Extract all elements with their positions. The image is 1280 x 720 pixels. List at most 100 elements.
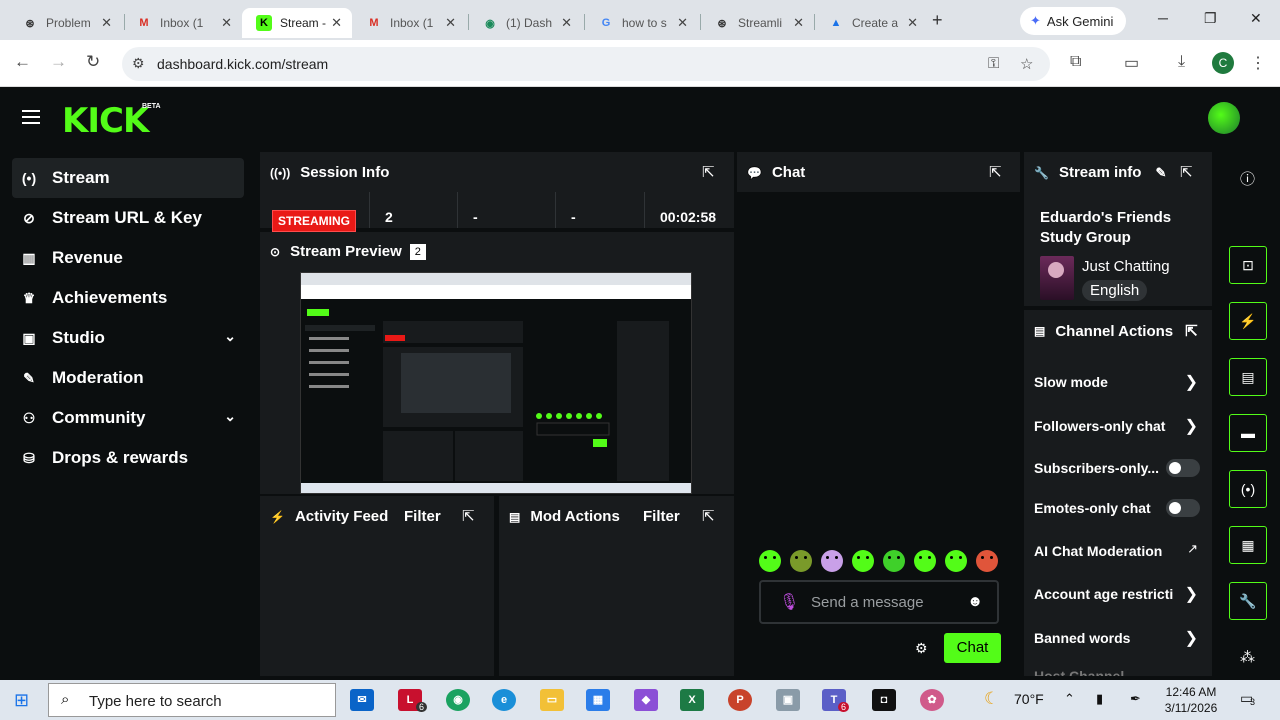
address-bar-row: ← → ↻ ⚙ dashboard.kick.com/stream ⚿ ☆ ⧉ …	[0, 40, 1280, 87]
wrench-icon[interactable]: 🔧	[1229, 582, 1267, 620]
excel-icon[interactable]: X	[680, 689, 704, 711]
popout-icon[interactable]: ⇱	[702, 507, 715, 525]
app-icon[interactable]: ✿	[920, 689, 944, 711]
m365-icon[interactable]: ◆	[634, 689, 658, 711]
chat-header: 💬 Chat	[747, 164, 806, 181]
screenshot-icon[interactable]: ⊡	[1229, 246, 1267, 284]
browser-tab[interactable]: M Inbox (1 ✕	[352, 8, 466, 38]
reload-icon[interactable]: ↻	[86, 52, 100, 72]
sidebar-item-stream[interactable]: (•) Stream	[12, 158, 244, 198]
forward-icon[interactable]: →	[50, 52, 67, 72]
store-icon[interactable]: ▦	[586, 689, 610, 711]
close-icon[interactable]: ✕	[331, 15, 342, 31]
emote-icon[interactable]	[821, 550, 843, 572]
close-icon[interactable]: ✕	[445, 15, 456, 31]
taskbar-search-input[interactable]: ⌕ Type here to search	[48, 683, 336, 717]
password-key-icon[interactable]: ⚿	[988, 55, 999, 72]
channel-actions-icon[interactable]: ▦	[1229, 526, 1267, 564]
browser-tab-active[interactable]: K Stream - ✕	[242, 8, 352, 38]
lightning-icon[interactable]: ⚡	[1229, 302, 1267, 340]
popout-icon[interactable]: ⇱	[1185, 322, 1198, 340]
chat-input[interactable]: 🎙 Send a message ☻	[759, 580, 999, 624]
app-l-badge: 6	[416, 702, 428, 712]
sidebar-item-studio[interactable]: ▣ Studio ⌄	[12, 318, 244, 358]
info-icon[interactable]: ⓘ	[1240, 168, 1255, 189]
close-icon[interactable]: ✕	[561, 15, 572, 31]
browser-tab[interactable]: ⊛ Problem ✕	[8, 8, 122, 38]
minimize-button[interactable]: ─	[1158, 10, 1168, 26]
menu-dots-icon[interactable]: ⋮	[1250, 53, 1266, 73]
emote-icon[interactable]	[914, 550, 936, 572]
profile-avatar[interactable]: C	[1212, 52, 1234, 74]
close-window-button[interactable]: ✕	[1250, 10, 1262, 27]
back-icon[interactable]: ←	[14, 52, 31, 72]
mod-filter-button[interactable]: Filter	[643, 508, 680, 525]
sidebar-item-drops-rewards[interactable]: ⛁ Drops & rewards	[12, 438, 244, 478]
file-explorer-icon[interactable]: ▭	[540, 689, 564, 711]
activity-filter-button[interactable]: Filter	[404, 508, 441, 525]
download-icon[interactable]: ⤓	[1178, 53, 1185, 71]
emote-icon[interactable]	[883, 550, 905, 572]
close-icon[interactable]: ✕	[793, 15, 804, 31]
bookmark-star-icon[interactable]: ☆	[1020, 55, 1033, 73]
popout-icon[interactable]: ⇱	[1180, 163, 1193, 181]
browser-tab[interactable]: ◉ (1) Dash ✕	[468, 8, 582, 38]
subscribers-only-toggle[interactable]	[1166, 459, 1200, 477]
close-icon[interactable]: ✕	[221, 15, 232, 31]
clock[interactable]: 12:46 AM 3/11/2026	[1155, 684, 1227, 716]
chat-settings-gear-icon[interactable]: ⚙	[915, 640, 928, 657]
battery-icon[interactable]: ▮	[1096, 691, 1103, 707]
chat-send-button[interactable]: Chat	[944, 633, 1001, 663]
dashboard-icon: ◉	[485, 17, 495, 30]
sidebar-item-stream-url-key[interactable]: ⊘ Stream URL & Key	[12, 198, 244, 238]
powerpoint-icon[interactable]: P	[728, 689, 752, 711]
mail-icon[interactable]: ✉	[350, 689, 374, 711]
new-tab-button[interactable]: +	[932, 10, 943, 31]
kick-logo[interactable]: KICK	[62, 101, 149, 141]
sidebar-item-revenue[interactable]: ▥ Revenue	[12, 238, 244, 278]
sidebar-item-achievements[interactable]: ♛ Achievements	[12, 278, 244, 318]
url-bar[interactable]: ⚙ dashboard.kick.com/stream ⚿ ☆	[122, 47, 1050, 81]
close-icon[interactable]: ✕	[101, 15, 112, 31]
chevron-up-icon[interactable]: ⌃	[1064, 691, 1075, 707]
weather-text[interactable]: 70°F	[1014, 691, 1044, 707]
emote-icon[interactable]	[976, 550, 998, 572]
user-avatar[interactable]	[1208, 102, 1240, 134]
emoji-icon[interactable]: ☻	[967, 593, 983, 610]
browser-tab[interactable]: M Inbox (1 ✕	[122, 8, 242, 38]
extensions-icon[interactable]: ⧉	[1070, 53, 1081, 71]
app-icon[interactable]: ◘	[872, 689, 896, 711]
sidebar-item-moderation[interactable]: ✎ Moderation	[12, 358, 244, 398]
browser-tab[interactable]: Ghow to s ✕	[584, 8, 698, 38]
broadcast-icon[interactable]: (•)	[1229, 470, 1267, 508]
restore-button[interactable]: ❐	[1204, 10, 1217, 27]
windows-start-icon[interactable]: ⊞	[14, 690, 29, 711]
app-icon[interactable]: ▣	[776, 689, 800, 711]
dots-icon[interactable]: ⁂	[1240, 648, 1255, 666]
emote-icon[interactable]	[852, 550, 874, 572]
popout-icon[interactable]: ⇱	[989, 163, 1002, 181]
ask-gemini-button[interactable]: ✦ Ask Gemini	[1020, 7, 1126, 35]
stream-preview-video[interactable]	[300, 272, 692, 494]
emote-icon[interactable]	[945, 550, 967, 572]
site-info-icon[interactable]: ⚙	[132, 55, 145, 72]
pen-icon[interactable]: ✒	[1130, 691, 1141, 707]
close-icon[interactable]: ✕	[677, 15, 688, 31]
edit-pencil-icon[interactable]: ✎	[1155, 165, 1166, 181]
popout-icon[interactable]: ⇱	[462, 507, 475, 525]
chat-bubble-icon[interactable]: ▬	[1229, 414, 1267, 452]
microphone-icon[interactable]: 🎙	[779, 592, 799, 612]
emote-icon[interactable]	[790, 550, 812, 572]
hamburger-icon[interactable]	[22, 110, 40, 124]
close-icon[interactable]: ✕	[907, 15, 918, 31]
sidebar-item-community[interactable]: ⚇ Community ⌄	[12, 398, 244, 438]
browser-tab[interactable]: ⊛ Streamli ✕	[700, 8, 814, 38]
chrome-icon[interactable]: ◉	[446, 689, 470, 711]
document-icon[interactable]: ▤	[1229, 358, 1267, 396]
browser-tab[interactable]: ▲ Create a ✕	[814, 8, 928, 38]
edge-icon[interactable]: e	[492, 689, 516, 711]
cast-icon[interactable]: ▭	[1124, 53, 1139, 73]
emote-icon[interactable]	[759, 550, 781, 572]
emotes-only-toggle[interactable]	[1166, 499, 1200, 517]
popout-icon[interactable]: ⇱	[702, 163, 715, 181]
